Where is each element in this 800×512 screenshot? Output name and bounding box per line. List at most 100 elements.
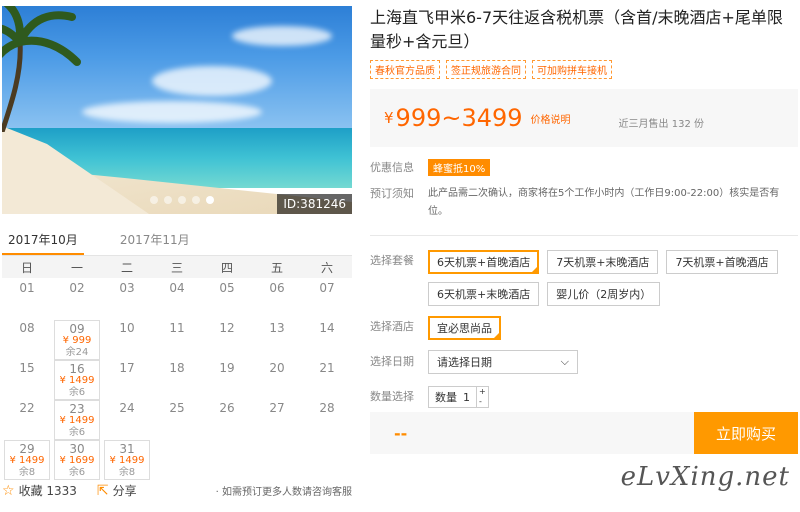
product-photo[interactable]: ID:381246: [2, 6, 352, 214]
quantity-row: 数量选择 数量 1 + -: [370, 386, 798, 408]
price-range: 999~3499: [395, 104, 523, 132]
decrement-button[interactable]: -: [477, 397, 488, 407]
package-options: 6天机票+首晚酒店 7天机票+末晚酒店 7天机票+首晚酒店 6天机票+末晚酒店 …: [428, 250, 788, 306]
calendar-day: 10: [104, 320, 150, 360]
package-option[interactable]: 6天机票+首晚酒店: [428, 250, 540, 274]
calendar-day: 18: [154, 360, 200, 400]
day-number: 18: [169, 361, 185, 375]
calendar-day: [154, 440, 200, 480]
day-number: 05: [219, 281, 235, 295]
day-number: 10: [119, 321, 135, 335]
day-number: 28: [319, 401, 335, 415]
day-number: 24: [119, 401, 135, 415]
day-remaining: 余24: [65, 347, 89, 358]
increment-button[interactable]: +: [477, 387, 488, 397]
day-number: 11: [169, 321, 185, 335]
calendar-day: 19: [204, 360, 250, 400]
day-remaining: 余6: [68, 387, 86, 398]
day-price: ¥ 1499: [9, 455, 45, 466]
notice-row: 预订须知 此产品需二次确认，商家将在5个工作小时内（工作日9:00-22:00）…: [370, 185, 798, 221]
day-number: 04: [169, 281, 185, 295]
calendar-day: 25: [154, 400, 200, 440]
share-button[interactable]: 分享: [113, 482, 137, 499]
day-price: ¥ 1499: [59, 415, 95, 426]
calendar-day: 28: [304, 400, 350, 440]
day-remaining: 余6: [68, 467, 86, 478]
calendar-week: 15 16 ¥ 1499 余6 17 18 19 20 21: [2, 359, 352, 400]
palm-tree-icon: [2, 6, 81, 132]
left-column: ID:381246 2017年10月 2017年11月 日 一 二 三 四 五 …: [2, 6, 352, 480]
calendar-day[interactable]: 09 ¥ 999 余24: [54, 320, 100, 360]
day-number: 20: [269, 361, 285, 375]
weekday-header: 日 一 二 三 四 五 六: [2, 256, 352, 278]
date-select[interactable]: 请选择日期 ⌵: [428, 350, 578, 374]
day-price: ¥ 999: [62, 335, 92, 346]
tag: 春秋官方品质: [370, 60, 440, 79]
day-number: 01: [19, 281, 35, 295]
favorite-button[interactable]: 收藏 1333: [19, 482, 77, 499]
tab-month-nov[interactable]: 2017年11月: [114, 226, 196, 255]
discount-badge: 蜂蜜抵10%: [428, 159, 491, 176]
product-title: 上海直飞甲米6-7天往返含税机票（含首/末晚酒店+尾单限量秒+含元旦）: [370, 8, 783, 51]
day-number: 21: [319, 361, 335, 375]
sales-count: 近三月售出 132 份: [618, 118, 704, 130]
calendar-day: 06: [254, 280, 300, 317]
action-bar: ☆ 收藏 1333 ⇱ 分享 · 如需预订更多人数请咨询客服: [2, 482, 352, 499]
package-row: 选择套餐 6天机票+首晚酒店 7天机票+末晚酒店 7天机票+首晚酒店 6天机票+…: [370, 250, 798, 306]
day-number: 13: [269, 321, 285, 335]
day-number: 09: [69, 322, 85, 336]
calendar-day[interactable]: 30 ¥ 1699 余6: [54, 440, 100, 480]
calendar-day[interactable]: 31 ¥ 1499 余8: [104, 440, 150, 480]
package-option[interactable]: 7天机票+末晚酒店: [547, 250, 659, 274]
day-number: 22: [19, 401, 35, 415]
star-icon[interactable]: ☆: [2, 483, 15, 499]
calendar-day: 12: [204, 320, 250, 360]
calendar-day: [254, 440, 300, 480]
date-calendar: 日 一 二 三 四 五 六 01 02 03 04 05 06 07 08 09 ¥ 999 余24…: [2, 256, 352, 480]
calendar-day: 11: [154, 320, 200, 360]
buy-now-button[interactable]: 立即购买: [694, 412, 798, 454]
calendar-day: 07: [304, 280, 350, 317]
calendar-day: 27: [254, 400, 300, 440]
day-number: 30: [69, 442, 85, 456]
day-number: 29: [19, 442, 35, 456]
day-number: 27: [269, 401, 285, 415]
calendar-day: 24: [104, 400, 150, 440]
quantity-value[interactable]: 1: [463, 391, 476, 404]
calendar-day: 04: [154, 280, 200, 317]
calendar-day[interactable]: 16 ¥ 1499 余6: [54, 360, 100, 400]
quantity-stepper[interactable]: 数量 1 + -: [428, 386, 489, 408]
calendar-day[interactable]: 29 ¥ 1499 余8: [4, 440, 50, 480]
calendar-week: 01 02 03 04 05 06 07: [2, 279, 352, 318]
date-row: 选择日期 请选择日期 ⌵: [370, 350, 798, 374]
calendar-day[interactable]: 23 ¥ 1499 余6: [54, 400, 100, 440]
price-box: ¥ 999~3499 价格说明 近三月售出 132 份: [370, 89, 798, 147]
calendar-day: 20: [254, 360, 300, 400]
price-note-link[interactable]: 价格说明: [531, 111, 571, 126]
day-number: 08: [19, 321, 35, 335]
tag: 签正规旅游合同: [446, 60, 526, 79]
day-price: ¥ 1699: [59, 455, 95, 466]
day-number: 31: [119, 442, 135, 456]
hotel-row: 选择酒店 宜必思尚品: [370, 316, 798, 340]
carousel-dots[interactable]: [150, 196, 214, 204]
calendar-day: 01: [4, 280, 50, 317]
day-number: 02: [69, 281, 85, 295]
month-tabs: 2017年10月 2017年11月: [2, 226, 352, 256]
watermark-logo: eLvXing.net: [620, 462, 790, 492]
calendar-day: 15: [4, 360, 50, 400]
calendar-day: 02: [54, 280, 100, 317]
hotel-option[interactable]: 宜必思尚品: [428, 316, 501, 340]
package-option[interactable]: 7天机票+首晚酒店: [666, 250, 778, 274]
day-number: 19: [219, 361, 235, 375]
day-remaining: 余8: [118, 467, 136, 478]
package-option[interactable]: 婴儿价（2周岁内）: [547, 282, 661, 306]
calendar-body: 01 02 03 04 05 06 07 08 09 ¥ 999 余24 10 11 12 13 14 15 16…: [2, 279, 352, 480]
day-number: 23: [69, 402, 85, 416]
calendar-day: 17: [104, 360, 150, 400]
share-icon[interactable]: ⇱: [97, 483, 109, 499]
day-price: ¥ 1499: [59, 375, 95, 386]
tab-month-oct[interactable]: 2017年10月: [2, 226, 84, 255]
package-option[interactable]: 6天机票+末晚酒店: [428, 282, 540, 306]
calendar-day: 21: [304, 360, 350, 400]
